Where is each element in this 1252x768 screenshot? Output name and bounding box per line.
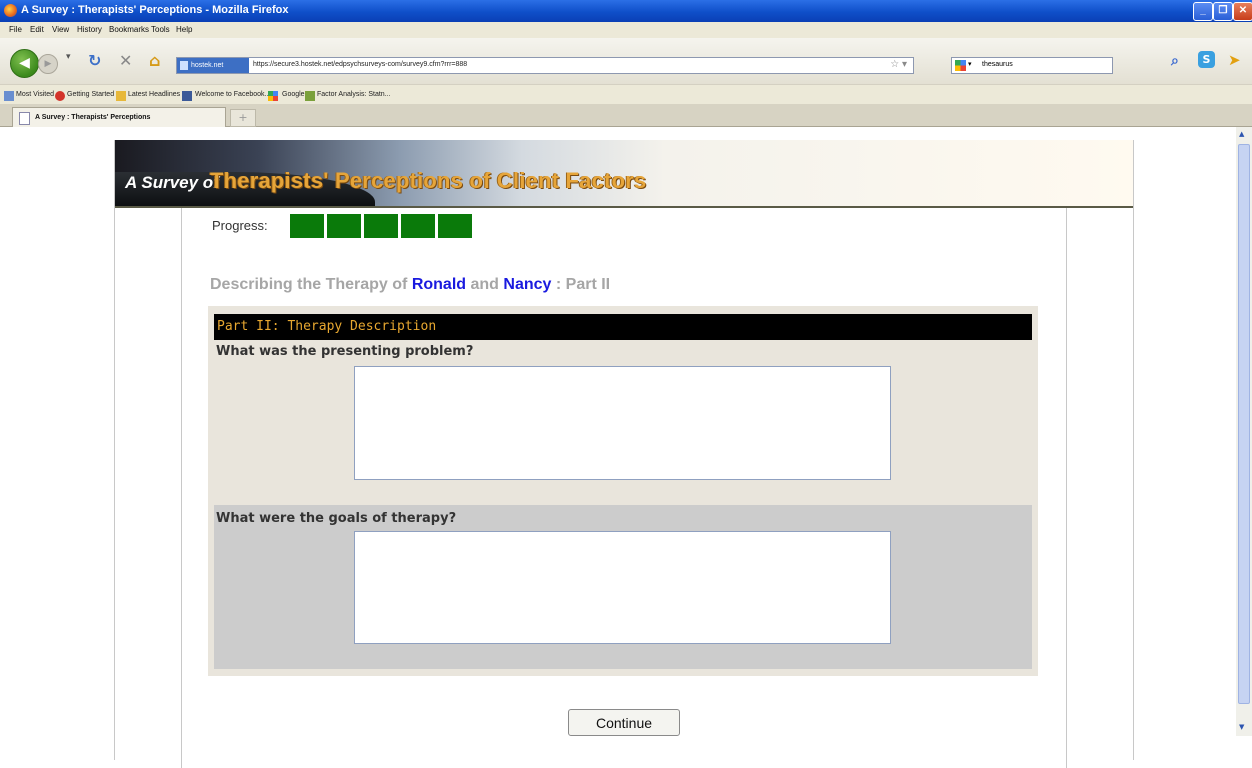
progress-label: Progress: [212,218,268,233]
survey-banner: A Survey of Therapists' Perceptions of C… [115,140,1133,208]
window-title: A Survey : Therapists' Perceptions - Moz… [21,4,289,16]
getting-started-icon [55,91,65,101]
bookmarks-toolbar: Most Visited Getting Started Latest Head… [0,84,1252,105]
menu-file[interactable]: File [9,25,22,34]
search-go-icon[interactable]: ⌕ [1171,53,1179,69]
statn-icon [305,91,315,101]
page-container: A Survey of Therapists' Perceptions of C… [114,140,1134,768]
scrollbar-thumb[interactable] [1238,144,1250,704]
site-identity-badge[interactable]: hostek.net [177,58,249,73]
search-input[interactable]: ▾ thesaurus [951,57,1113,74]
progress-block [438,214,472,238]
menu-bookmarks[interactable]: Bookmarks [109,25,149,34]
question-presenting-problem: What was the presenting problem? [216,344,474,359]
search-engine-dropdown-icon[interactable]: ▾ [968,60,972,68]
heading-name-2: Nancy [503,276,552,293]
bookmark-most-visited[interactable]: Most Visited [16,91,54,98]
section-title: Part II: Therapy Description [214,314,1032,340]
most-visited-icon [4,91,14,101]
history-dropdown-icon[interactable]: ▾ [66,52,71,62]
vertical-scrollbar[interactable]: ▲ ▼ [1236,127,1252,736]
progress-block [364,214,398,238]
stop-icon[interactable]: ✕ [119,51,132,70]
facebook-icon [182,91,192,101]
menu-edit[interactable]: Edit [30,25,44,34]
menu-help[interactable]: Help [176,25,192,34]
heading-suffix: : Part II [555,276,611,293]
bookmark-google[interactable]: Google [282,91,305,98]
back-button[interactable]: ◀ [10,49,39,78]
menu-view[interactable]: View [52,25,69,34]
reload-icon[interactable]: ↻ [88,51,101,70]
menu-bar: File Edit View History Bookmarks Tools H… [0,22,1252,38]
scroll-up-icon[interactable]: ▲ [1239,130,1244,138]
addon-icon[interactable]: ➤ [1228,51,1241,69]
tab-survey[interactable]: A Survey : Therapists' Perceptions [12,107,226,127]
navigation-toolbar: ◀ ▶ ▾ ↻ ✕ ⌂ hostek.net https://secure3.h… [0,38,1252,84]
banner-title: Therapists' Perceptions of Client Factor… [210,168,647,193]
heading-conjunction: and [470,276,499,293]
progress-block [290,214,324,238]
progress-block [401,214,435,238]
bookmark-latest-headlines[interactable]: Latest Headlines [128,91,180,98]
firefox-icon [4,4,17,17]
rss-folder-icon [116,91,126,101]
menu-history[interactable]: History [77,25,102,34]
heading-name-1: Ronald [411,276,467,293]
new-tab-button[interactable]: + [230,109,256,127]
tab-strip: A Survey : Therapists' Perceptions + [0,104,1252,127]
scroll-down-icon[interactable]: ▼ [1239,723,1244,731]
question-therapy-goals: What were the goals of therapy? [216,511,457,526]
page-viewport: A Survey of Therapists' Perceptions of C… [0,127,1236,768]
bookmark-factor-analysis[interactable]: Factor Analysis: Statn... [317,91,391,98]
banner-prefix: A Survey of [125,173,219,192]
close-button[interactable]: ✕ [1233,2,1252,21]
bookmark-facebook[interactable]: Welcome to Facebook... [195,91,270,98]
skype-icon[interactable]: S [1198,51,1215,68]
presenting-problem-textarea[interactable] [354,366,891,480]
forward-button[interactable]: ▶ [38,54,58,74]
google-icon [268,91,278,101]
bookmark-getting-started[interactable]: Getting Started [67,91,114,98]
google-icon[interactable] [955,60,966,71]
window-titlebar: A Survey : Therapists' Perceptions - Moz… [0,0,1252,22]
form-panel: Part II: Therapy Description What was th… [208,306,1038,676]
menu-tools[interactable]: Tools [151,25,170,34]
progress-block [327,214,361,238]
therapy-goals-textarea[interactable] [354,531,891,644]
bookmark-star-icon[interactable]: ☆ ▾ [890,59,907,70]
home-icon[interactable]: ⌂ [149,51,160,70]
search-value[interactable]: thesaurus [982,61,1013,68]
page-icon [19,112,30,125]
heading-prefix: Describing the Therapy of [210,276,408,293]
address-bar[interactable]: hostek.net https://secure3.hostek.net/ed… [176,57,914,74]
survey-content: Progress: Describing the Therapy of Rona… [181,208,1067,768]
maximize-button[interactable]: ❐ [1213,2,1233,21]
minimize-button[interactable]: _ [1193,2,1213,21]
page-heading: Describing the Therapy of Ronald and Nan… [210,276,610,294]
url-text[interactable]: https://secure3.hostek.net/edpsychsurvey… [253,61,467,68]
continue-button[interactable]: Continue [568,709,680,736]
tab-label[interactable]: A Survey : Therapists' Perceptions [35,114,150,121]
